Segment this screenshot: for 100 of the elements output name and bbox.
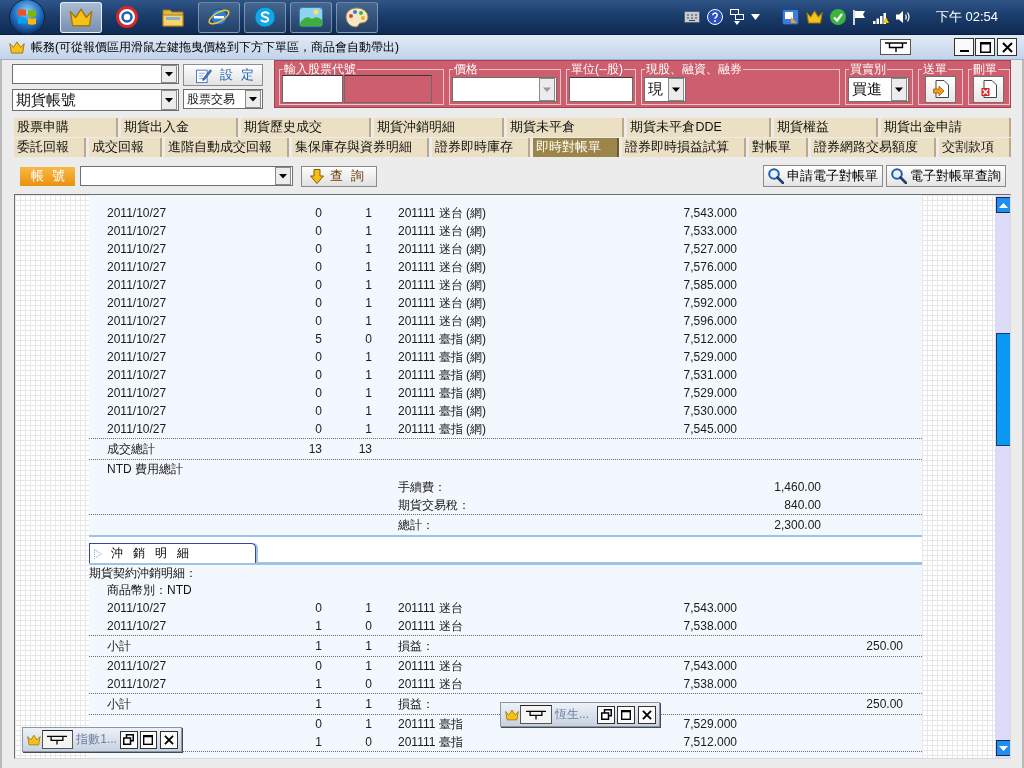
tab[interactable]: 期貨權益 xyxy=(773,118,878,137)
landscape-icon xyxy=(299,7,323,27)
scrollbar[interactable] xyxy=(995,195,1010,758)
tab[interactable]: 委託回報 xyxy=(14,138,87,157)
triangle-icon xyxy=(94,548,102,559)
check-circle-icon[interactable] xyxy=(829,9,846,25)
minimized-window-title: 恆生... xyxy=(555,706,589,723)
pin-button[interactable] xyxy=(520,705,552,724)
table-cell: 7,538.000 xyxy=(683,677,737,691)
table-cell: 7,585.000 xyxy=(683,278,737,292)
table-cell: 1 xyxy=(365,422,372,436)
send-button[interactable] xyxy=(925,75,956,103)
table-cell: 7,533.000 xyxy=(683,224,737,238)
table-cell: 2,300.00 xyxy=(774,518,821,532)
tab[interactable]: 期貨沖銷明細 xyxy=(374,118,505,137)
table-cell: 0 xyxy=(315,278,322,292)
tab[interactable]: 證券網路交易額度 xyxy=(811,138,936,157)
tab[interactable]: 證券即時庫存 xyxy=(432,138,531,157)
tab[interactable]: 證券即時損益試算 xyxy=(621,138,747,157)
table-cell: 2011/10/27 xyxy=(107,260,167,274)
table-cell: 0 xyxy=(315,350,322,364)
taskbar-button[interactable] xyxy=(60,1,102,33)
speaker-icon[interactable] xyxy=(895,10,911,24)
display-icon[interactable] xyxy=(729,9,744,25)
tab[interactable]: 進階自動成交回報 xyxy=(164,138,289,157)
tab[interactable]: 集保庫存與資券明細 xyxy=(291,138,430,157)
maximize-button[interactable] xyxy=(975,38,995,56)
table-cell: 201111 臺指 (網) xyxy=(398,402,487,420)
table-cell: 7,543.000 xyxy=(683,601,737,615)
group-label: 買賣別 xyxy=(849,63,887,76)
tab[interactable]: 期貨出入金 xyxy=(121,118,239,137)
table-cell: 0 xyxy=(315,717,322,731)
pin-button[interactable] xyxy=(41,730,74,749)
restore-button[interactable] xyxy=(119,730,138,749)
scroll-down-button[interactable] xyxy=(995,740,1010,756)
price-select[interactable] xyxy=(452,76,557,102)
tab[interactable]: 股票申購 xyxy=(14,118,119,137)
signal-icon[interactable] xyxy=(872,10,889,24)
maximize-button[interactable] xyxy=(617,705,635,724)
table-cell: 1 xyxy=(365,242,372,256)
table-cell: 201111 臺指 (網) xyxy=(398,384,487,402)
minimize-button[interactable] xyxy=(954,38,974,56)
tab[interactable]: 交割款項 xyxy=(938,138,1011,157)
folder-icon xyxy=(162,7,184,27)
group-label: 價格 xyxy=(453,63,479,76)
start-button[interactable] xyxy=(8,0,46,35)
trade-type-select[interactable]: 股票交易 xyxy=(183,89,263,109)
flag-icon[interactable] xyxy=(852,9,866,25)
table-cell: 201111 迷台 (網) xyxy=(398,204,487,222)
stock-name-field[interactable] xyxy=(344,75,432,103)
table-cell: 1 xyxy=(365,278,372,292)
pin-button[interactable] xyxy=(880,39,911,55)
stock-code-field[interactable] xyxy=(282,75,343,103)
group-label: 現股、融資、融券 xyxy=(645,63,743,76)
help-icon[interactable] xyxy=(706,9,723,25)
delete-button[interactable] xyxy=(973,75,1004,103)
table-cell: 7,512.000 xyxy=(683,332,737,346)
tab[interactable]: 期貨出金申請 xyxy=(880,118,1012,137)
unit-field[interactable] xyxy=(569,76,633,102)
maximize-button[interactable] xyxy=(139,730,158,749)
taskbar-button[interactable] xyxy=(198,1,240,33)
tab[interactable]: 成交回報 xyxy=(89,138,162,157)
close-icon xyxy=(1001,41,1013,53)
restore-icon xyxy=(123,734,135,745)
caret-icon[interactable] xyxy=(750,14,760,20)
tab[interactable]: 期貨未平倉 xyxy=(507,118,625,137)
app-icon[interactable] xyxy=(781,9,799,25)
row-label: 損益： xyxy=(398,695,434,713)
section-tab[interactable]: 沖銷明細 xyxy=(89,543,256,563)
table-cell: 2011/10/27 xyxy=(107,332,167,346)
tab[interactable]: 對帳單 xyxy=(749,138,809,157)
maximize-icon xyxy=(621,709,631,720)
scroll-thumb[interactable] xyxy=(995,333,1010,446)
close-button[interactable] xyxy=(638,705,656,724)
taskbar-button[interactable] xyxy=(244,1,286,33)
scroll-up-button[interactable] xyxy=(995,197,1010,213)
query-button[interactable]: 查詢 xyxy=(301,165,377,187)
tab[interactable]: 期貨歷史成交 xyxy=(241,118,372,137)
taskbar-button[interactable] xyxy=(290,1,332,33)
futures-account-select[interactable]: 期貨帳號 xyxy=(12,89,179,111)
keyboard-icon[interactable] xyxy=(683,11,700,23)
restore-button[interactable] xyxy=(597,705,615,724)
taskbar-button[interactable] xyxy=(336,1,378,33)
delete-document-icon xyxy=(980,80,997,98)
stock-account-select[interactable] xyxy=(12,64,179,84)
table-cell: 7,529.000 xyxy=(683,717,737,731)
tab[interactable]: 期貨未平倉DDE xyxy=(627,118,771,137)
account-select[interactable] xyxy=(80,166,293,186)
table-cell: 201111 迷台 xyxy=(398,675,463,693)
table-cell: 1 xyxy=(365,206,372,220)
set-button[interactable]: 設定 xyxy=(183,64,263,86)
table-cell: 2011/10/27 xyxy=(107,619,167,633)
tab[interactable]: 即時對帳單 xyxy=(533,138,619,157)
statement-button[interactable]: 電子對帳單查詢 xyxy=(886,165,1006,187)
statement-button[interactable]: 申請電子對帳單 xyxy=(763,165,883,187)
close-button[interactable] xyxy=(160,730,178,749)
position-type-select[interactable]: 現 xyxy=(644,76,686,102)
close-button[interactable] xyxy=(997,38,1017,56)
side-select[interactable]: 買進 xyxy=(848,76,909,102)
table-cell: 7,592.000 xyxy=(683,296,737,310)
